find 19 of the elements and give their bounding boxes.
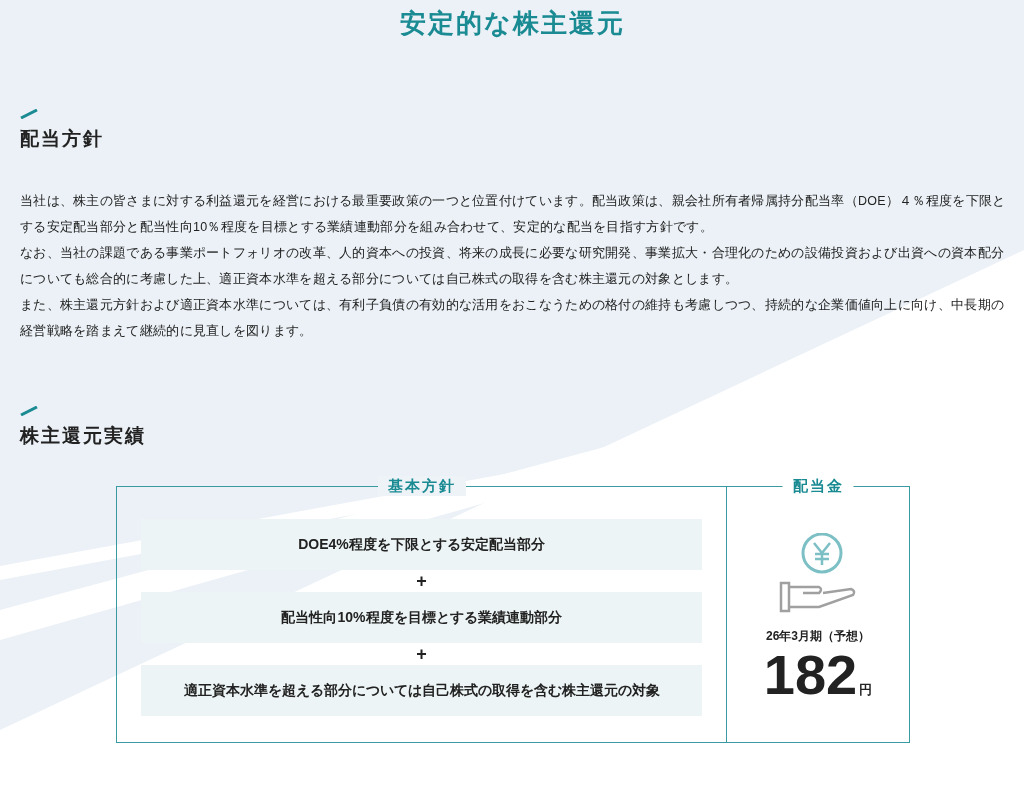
section-heading: 株主還元実績 — [20, 423, 147, 448]
slash-mark-icon — [20, 109, 38, 119]
plus-sign: + — [416, 570, 427, 592]
currency-unit: 円 — [859, 680, 873, 699]
policy-paragraph: 当社は、株主の皆さまに対する利益還元を経営における最重要政策の一つと位置付けています。配当政策は、親会社所有者帰属持分配当率（DOE）４％程度を下限とする安定配当部分と配当性向10％程度を目標とする業績連動部分を組み合わせて、安定的な配当を目指す方針です。 — [20, 192, 1007, 236]
panel-label: 基本方針 — [377, 476, 466, 496]
page-title: 安定的な株主還元 — [398, 7, 626, 40]
policy-item: DOE4%程度を下限とする安定配当部分 — [141, 519, 702, 570]
policy-paragraph: なお、当社の課題である事業ポートフォリオの改革、人的資本への投資、将来の成長に必要な研究開発、事業拡大・合理化のための設備投資および出資への資本配分についても総合的に考慮した上、適正資本水準を超える部分については自己株式の取得を含む株主還元の対象とします。 — [20, 244, 1006, 288]
policy-item: 配当性向10%程度を目標とする業績連動部分 — [141, 592, 702, 643]
yen-coin-hand-icon — [779, 533, 857, 613]
panel-label: 配当金 — [782, 476, 854, 496]
dividend-amount: 182 — [763, 645, 858, 705]
slash-mark-icon — [20, 405, 38, 416]
plus-sign: + — [416, 643, 427, 665]
policy-item: 適正資本水準を超える部分については自己株式の取得を含む株主還元の対象 — [141, 665, 702, 716]
dividend-period: 26年3月期（予想） — [766, 628, 870, 645]
section-heading: 配当方針 — [20, 127, 105, 151]
policy-paragraph: また、株主還元方針および適正資本水準については、有利子負債の有効的な活用をおこなうための格付の維持も考慮しつつ、持続的な企業価値向上に向け、中長期の経営戦略を踏まえて継続的に見直しを図ります。 — [20, 296, 1006, 340]
